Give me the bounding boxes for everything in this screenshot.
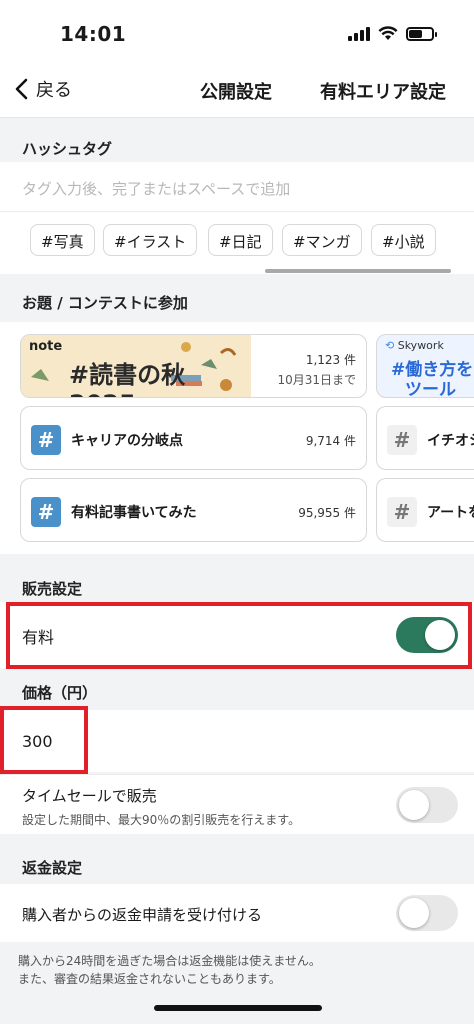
battery-icon bbox=[406, 26, 437, 41]
contest-banner-card-2[interactable]: ⟲ Skywork #働き方を ツール bbox=[376, 334, 474, 398]
banner-entry-count: 1,123 件 bbox=[305, 353, 356, 367]
sales-section-title: 販売設定 bbox=[22, 580, 83, 598]
contest-item-count: 95,955 件 bbox=[298, 506, 356, 520]
tag-chip-photo[interactable]: #写真 bbox=[30, 224, 95, 256]
banner2-brand: ⟲ Skywork bbox=[385, 339, 444, 352]
tag-chip-manga[interactable]: #マンガ bbox=[282, 224, 362, 256]
price-input[interactable]: 300 bbox=[22, 732, 53, 751]
paid-toggle[interactable] bbox=[396, 617, 458, 653]
timesale-description: 設定した期間中、最大90％の割引販売を行えます。 bbox=[22, 813, 301, 827]
skywork-logo-icon: ⟲ bbox=[385, 339, 395, 352]
tag-chip-novel[interactable]: #小説 bbox=[371, 224, 436, 256]
banner2-title-line2: ツール bbox=[405, 380, 456, 398]
price-section-title: 価格（円） bbox=[22, 684, 98, 702]
contest-section-title: お題 / コンテストに参加 bbox=[22, 294, 188, 312]
contest-item-label: キャリアの分岐点 bbox=[71, 433, 183, 449]
signal-icon bbox=[348, 26, 370, 41]
status-bar: 14:01 bbox=[0, 0, 474, 62]
nav-bar: 戻る 公開設定 有料エリア設定 bbox=[0, 62, 474, 118]
refund-section-title: 返金設定 bbox=[22, 859, 83, 877]
wifi-icon bbox=[378, 26, 398, 40]
contest-item-card[interactable]: # 有料記事書いてみた 95,955 件 bbox=[20, 478, 367, 542]
tag-chip-diary[interactable]: #日記 bbox=[208, 224, 273, 256]
hash-icon: # bbox=[31, 425, 61, 455]
contest-banner-image: note #読書の秋2025 bbox=[21, 335, 251, 397]
contest-item-label: 有料記事書いてみた bbox=[71, 505, 197, 521]
back-button[interactable]: 戻る bbox=[14, 76, 72, 102]
status-time: 14:01 bbox=[60, 22, 127, 46]
chevron-left-icon bbox=[15, 78, 28, 100]
contest-side-label: アートを bbox=[427, 505, 474, 521]
refund-note-line2: また、審査の結果返金されないこともあります。 bbox=[18, 972, 281, 986]
contest-item-card[interactable]: # キャリアの分岐点 9,714 件 bbox=[20, 406, 367, 470]
contest-area: note #読書の秋2025 1,123 件 10月31日まで ⟲ Skywor… bbox=[0, 322, 474, 554]
timesale-toggle[interactable] bbox=[396, 787, 458, 823]
home-indicator bbox=[154, 1005, 322, 1011]
contest-banner-card[interactable]: note #読書の秋2025 1,123 件 10月31日まで bbox=[20, 334, 367, 398]
refund-accept-label: 購入者からの返金申請を受け付ける bbox=[22, 906, 263, 924]
hash-icon: # bbox=[387, 497, 417, 527]
hash-icon: # bbox=[387, 425, 417, 455]
hashtag-section-title: ハッシュタグ bbox=[22, 140, 113, 158]
price-row: 300 bbox=[0, 710, 474, 772]
tag-suggestion-row: #写真 #イラスト #日記 #マンガ #小説 bbox=[0, 212, 474, 274]
refund-row: 購入者からの返金申請を受け付ける bbox=[0, 884, 474, 942]
banner-title: #読書の秋2025 bbox=[69, 361, 186, 397]
tab-public-settings[interactable]: 公開設定 bbox=[200, 78, 272, 104]
timesale-label: タイムセールで販売 bbox=[22, 787, 157, 805]
hashtag-input[interactable]: タグ入力後、完了またはスペースで追加 bbox=[0, 162, 474, 212]
contest-item-count: 9,714 件 bbox=[305, 434, 356, 448]
tab-paid-area-settings[interactable]: 有料エリア設定 bbox=[320, 78, 446, 104]
contest-item-card-side[interactable]: # アートを bbox=[376, 478, 474, 542]
refund-note-line1: 購入から24時間を過ぎた場合は返金機能は使えません。 bbox=[18, 954, 321, 968]
refund-toggle[interactable] bbox=[396, 895, 458, 931]
banner-brand: note bbox=[29, 339, 63, 354]
tag-scroll-indicator bbox=[265, 269, 451, 273]
status-icons bbox=[348, 26, 437, 41]
banner-deadline: 10月31日まで bbox=[277, 373, 356, 387]
paid-label: 有料 bbox=[22, 628, 55, 647]
contest-side-label: イチオシ bbox=[427, 433, 474, 449]
timesale-row: タイムセールで販売 設定した期間中、最大90％の割引販売を行えます。 bbox=[0, 774, 474, 834]
paid-setting-row: 有料 bbox=[0, 602, 474, 668]
tag-chip-illust[interactable]: #イラスト bbox=[103, 224, 198, 256]
banner2-brand-label: Skywork bbox=[397, 339, 444, 352]
hash-icon: # bbox=[31, 497, 61, 527]
back-label: 戻る bbox=[36, 80, 72, 101]
contest-item-card-side[interactable]: # イチオシ bbox=[376, 406, 474, 470]
